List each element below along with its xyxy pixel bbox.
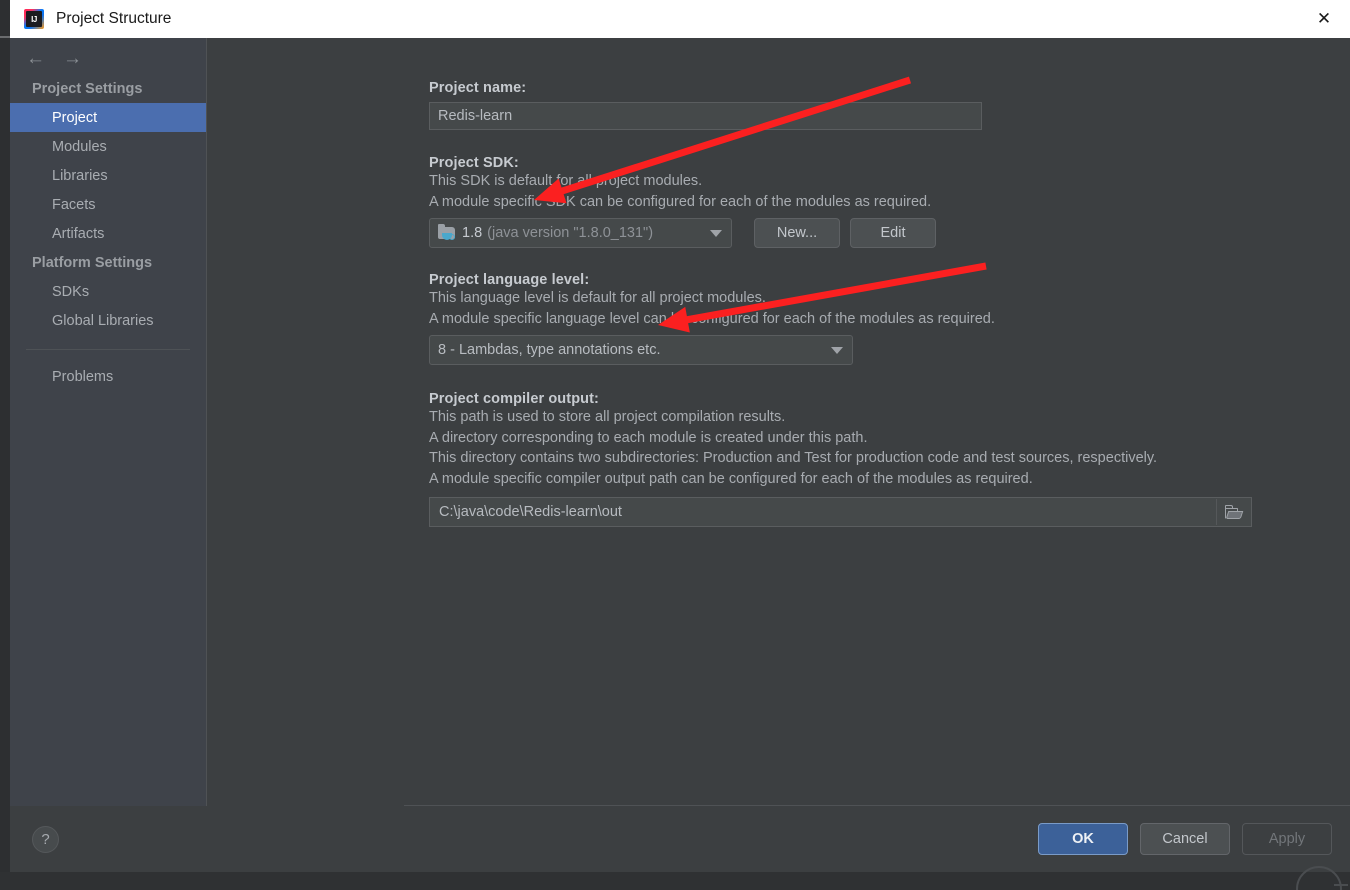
intellij-idea-logo-icon: IJ xyxy=(24,9,44,29)
new-sdk-button[interactable]: New... xyxy=(754,218,840,248)
compiler-output-desc-2: A directory corresponding to each module… xyxy=(429,429,868,446)
sidebar-item-label: SDKs xyxy=(52,283,90,300)
sidebar-divider xyxy=(26,349,190,350)
language-level-desc-2: A module specific language level can be … xyxy=(429,310,995,327)
dialog-body: ← → Project Settings Project Modules Lib… xyxy=(10,38,1350,806)
sidebar-item-sdks[interactable]: SDKs xyxy=(10,277,206,306)
settings-content-panel: Project name: Redis-learn Project SDK: T… xyxy=(207,38,1350,806)
ok-button[interactable]: OK xyxy=(1038,823,1128,855)
java-sdk-icon xyxy=(438,223,456,241)
sidebar-item-label: Modules xyxy=(52,138,107,155)
project-name-input[interactable]: Redis-learn xyxy=(429,102,982,130)
folder-open-icon xyxy=(1224,504,1244,519)
window-title: Project Structure xyxy=(56,10,172,27)
project-sdk-name: 1.8 xyxy=(462,225,483,241)
chevron-down-icon xyxy=(710,230,722,237)
compiler-output-desc-4: A module specific compiler output path c… xyxy=(429,470,1033,487)
language-level-dropdown[interactable]: 8 - Lambdas, type annotations etc. xyxy=(429,335,853,365)
sidebar-item-facets[interactable]: Facets xyxy=(10,190,206,219)
sidebar-group-project-settings: Project Settings xyxy=(32,81,143,97)
desktop-bottom-strip xyxy=(0,866,1350,890)
compiler-output-label: Project compiler output: xyxy=(429,391,599,407)
sidebar-item-label: Problems xyxy=(52,368,114,385)
language-level-value: 8 - Lambdas, type annotations etc. xyxy=(438,342,661,358)
sidebar-item-problems[interactable]: Problems xyxy=(10,362,206,391)
language-level-label: Project language level: xyxy=(429,272,590,288)
forward-arrow-icon[interactable]: → xyxy=(63,49,82,68)
sidebar-group-platform-settings: Platform Settings xyxy=(32,255,153,271)
sidebar-item-label: Project xyxy=(52,109,98,126)
project-sdk-dropdown[interactable]: 1.8 (java version "1.8.0_131") xyxy=(429,218,732,248)
back-arrow-icon[interactable]: ← xyxy=(26,49,45,68)
compiler-output-desc-1: This path is used to store all project c… xyxy=(429,409,786,425)
desktop-line xyxy=(0,36,10,38)
project-sdk-label: Project SDK: xyxy=(429,155,519,171)
screen: IJ Project Structure ✕ ← → Project Setti… xyxy=(0,0,1350,890)
language-level-desc-1: This language level is default for all p… xyxy=(429,290,766,306)
footer-actions: OK Cancel Apply xyxy=(1038,823,1332,855)
cancel-button[interactable]: Cancel xyxy=(1140,823,1230,855)
sidebar-item-project[interactable]: Project xyxy=(10,103,206,132)
compiler-output-desc-3: This directory contains two subdirectori… xyxy=(429,450,1158,466)
edit-sdk-button[interactable]: Edit xyxy=(850,218,936,248)
sidebar-item-label: Libraries xyxy=(52,167,108,184)
sidebar-item-label: Artifacts xyxy=(52,225,105,242)
help-button[interactable]: ? xyxy=(32,825,59,853)
project-sdk-version: (java version "1.8.0_131") xyxy=(487,225,654,241)
close-icon[interactable]: ✕ xyxy=(1298,0,1350,38)
project-sdk-desc-2: A module specific SDK can be configured … xyxy=(429,193,932,210)
sidebar-item-label: Global Libraries xyxy=(52,312,154,329)
logo-text: IJ xyxy=(26,11,42,27)
compiler-output-value: C:\java\code\Redis-learn\out xyxy=(439,504,622,520)
apply-button: Apply xyxy=(1242,823,1332,855)
dialog-footer: ? OK Cancel Apply xyxy=(10,806,1350,872)
settings-sidebar: ← → Project Settings Project Modules Lib… xyxy=(10,38,207,806)
project-structure-dialog: IJ Project Structure ✕ ← → Project Setti… xyxy=(10,0,1350,872)
background-tick-decoration xyxy=(1334,884,1348,886)
chevron-down-icon xyxy=(831,347,843,354)
title-bar: IJ Project Structure ✕ xyxy=(10,0,1350,38)
sidebar-item-label: Facets xyxy=(52,196,96,213)
desktop-left-strip xyxy=(0,0,10,890)
project-sdk-desc-1: This SDK is default for all project modu… xyxy=(429,173,703,189)
compiler-output-input[interactable]: C:\java\code\Redis-learn\out xyxy=(429,497,1252,527)
project-name-label: Project name: xyxy=(429,80,527,96)
sidebar-item-artifacts[interactable]: Artifacts xyxy=(10,219,206,248)
browse-folder-button[interactable] xyxy=(1216,499,1250,525)
sidebar-nav: ← → xyxy=(10,42,206,74)
sidebar-item-libraries[interactable]: Libraries xyxy=(10,161,206,190)
sidebar-item-global-libraries[interactable]: Global Libraries xyxy=(10,306,206,335)
sidebar-item-modules[interactable]: Modules xyxy=(10,132,206,161)
